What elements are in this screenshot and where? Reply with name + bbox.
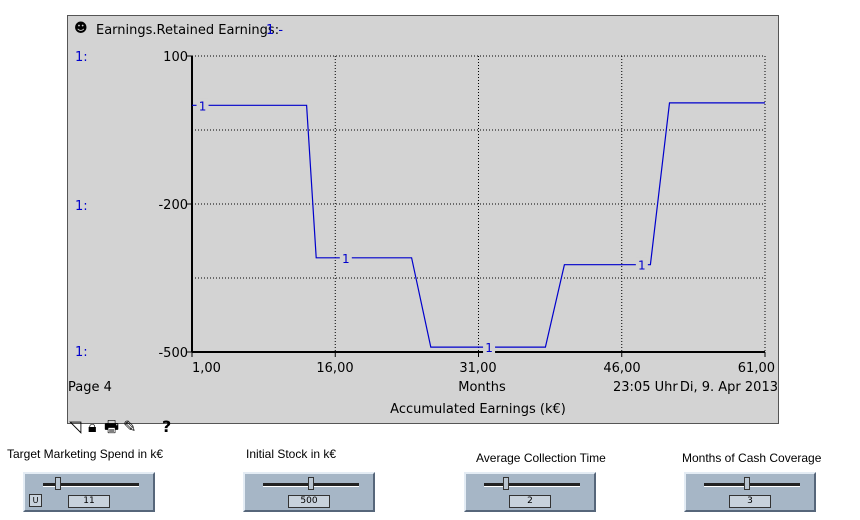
x-tick-label: 61,00 [738,361,775,376]
series-label: 1 [638,259,646,273]
slider-thumb[interactable] [55,477,62,490]
slider-label-initial-stock: Initial Stock in k€ [246,447,337,461]
series-label: 1 [199,99,207,113]
graph-icon: ☻ [74,21,88,36]
series-label: 1 [485,341,493,355]
slider-initial-stock[interactable]: 500 [243,472,375,512]
y-tick-label: -500 [158,346,188,361]
time-label: 23:05 Uhr [613,380,678,395]
y-tick-label: 100 [163,50,188,65]
slider-collection-time[interactable]: 2 [464,472,596,512]
print-icon[interactable]: 🖶 [104,418,119,436]
x-tick-label: 46,00 [603,361,640,376]
slider-thumb[interactable] [503,477,510,490]
chart-subtitle: Accumulated Earnings (k€) [390,402,566,417]
lock-icon[interactable]: 🔒︎ [88,418,97,436]
u-button[interactable]: U [29,494,42,507]
magic-wand-icon[interactable]: ✎ [123,418,136,436]
x-unit-label: Months [458,380,506,395]
slider-label-marketing: Target Marketing Spend in k€ [7,447,164,461]
axis-prefix-mid: 1: [75,199,88,214]
graph-panel: 1 1 1 1 ☻ Earnings.Retained Earnings: 1 - 1… [67,15,779,436]
series-title: Earnings.Retained Earnings: [96,23,279,38]
x-tick-label: 31,00 [459,361,496,376]
page-corner-icon[interactable]: ◹ [69,418,81,436]
y-tick-label: -200 [158,198,188,213]
axis-prefix-top: 1: [75,50,88,65]
slider-thumb[interactable] [308,477,314,490]
slider-value[interactable]: 3 [729,495,771,508]
slider-value[interactable]: 2 [509,495,551,508]
slider-label-cash-coverage: Months of Cash Coverage [682,451,822,465]
slider-value[interactable]: 11 [68,495,110,508]
line-chart: 1 1 1 1 ☻ Earnings.Retained Earnings: 1 - 1… [68,21,778,417]
slider-label-collection-time: Average Collection Time [476,451,606,465]
slider-thumb[interactable] [744,477,751,490]
page-label: Page 4 [68,380,112,395]
x-tick-label: 1,00 [192,361,221,376]
slider-value[interactable]: 500 [288,495,330,508]
series-suffix: 1 - [266,23,283,38]
x-tick-label: 16,00 [316,361,353,376]
slider-cash-coverage[interactable]: 3 [684,472,816,512]
slider-track[interactable] [484,483,580,487]
date-label: Di, 9. Apr 2013 [680,380,778,395]
axis-prefix-bottom: 1: [75,345,88,360]
slider-track[interactable] [704,483,800,487]
series-label: 1 [342,252,350,266]
slider-marketing[interactable]: U 11 [23,472,155,512]
help-icon[interactable]: ? [162,418,171,436]
